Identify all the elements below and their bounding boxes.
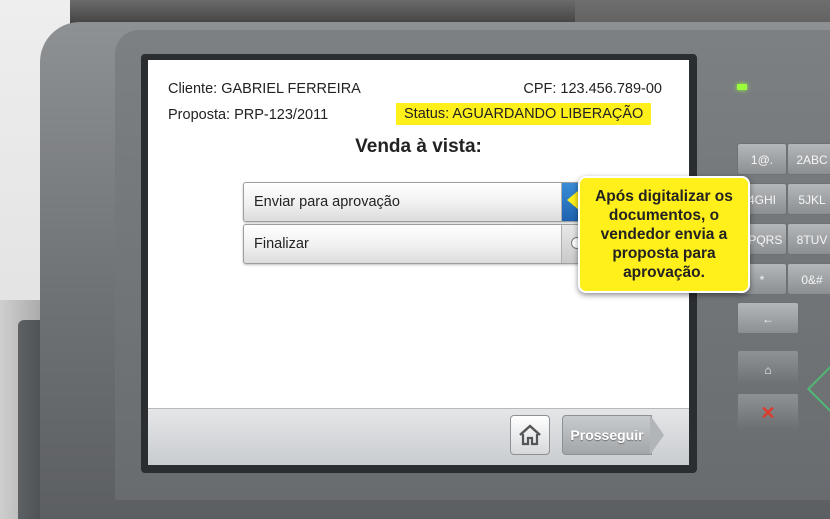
home-key-icon: ⌂ <box>764 363 772 377</box>
proposal-number: Proposta: PRP-123/2011 <box>168 107 329 123</box>
home-key[interactable]: ⌂ <box>737 350 799 388</box>
key-2[interactable]: 2ABC <box>787 143 830 175</box>
status-led <box>737 84 747 90</box>
printer-device: 1@. 2ABC 4GHI 5JKL 7PQRS 8TUV * 0&# ← ⌂ … <box>0 0 830 519</box>
customer-name: Cliente: GABRIEL FERREIRA <box>168 81 361 97</box>
option-label: Finalizar <box>254 236 309 252</box>
key-4-label: 4GHI <box>747 193 776 207</box>
key-0[interactable]: 0&# <box>787 263 830 295</box>
proceed-arrow-icon[interactable] <box>650 415 664 455</box>
cancel-x-icon: ✕ <box>760 403 776 423</box>
key-0-label: 0&# <box>801 273 823 287</box>
key-8[interactable]: 8TUV <box>787 223 830 255</box>
key-5[interactable]: 5JKL <box>787 183 830 215</box>
backspace-icon: ← <box>762 312 774 326</box>
key-5-label: 5JKL <box>798 193 826 207</box>
key-star-label: * <box>759 273 765 287</box>
backspace-key[interactable]: ← <box>737 302 799 334</box>
explanation-callout: Após digitalizar os documentos, o vended… <box>578 176 750 293</box>
home-icon <box>519 424 541 446</box>
key-1[interactable]: 1@. <box>737 143 787 175</box>
cancel-key[interactable]: ✕ <box>737 393 799 431</box>
key-1-label: 1@. <box>750 153 774 167</box>
page-title: Venda à vista: <box>355 136 482 157</box>
customer-cpf: CPF: 123.456.789-00 <box>523 81 662 97</box>
status-badge: Status: AGUARDANDO LIBERAÇÃO <box>396 103 652 125</box>
callout-text: Após digitalizar os documentos, o vended… <box>595 188 733 281</box>
proceed-button[interactable]: Prosseguir <box>562 415 652 455</box>
key-8-label: 8TUV <box>796 233 828 247</box>
key-2-label: 2ABC <box>796 153 828 167</box>
home-button[interactable] <box>510 415 550 455</box>
option-finalize[interactable]: Finalizar <box>243 224 595 264</box>
option-send-for-approval[interactable]: Enviar para aprovação <box>243 182 595 222</box>
option-label: Enviar para aprovação <box>254 194 400 210</box>
